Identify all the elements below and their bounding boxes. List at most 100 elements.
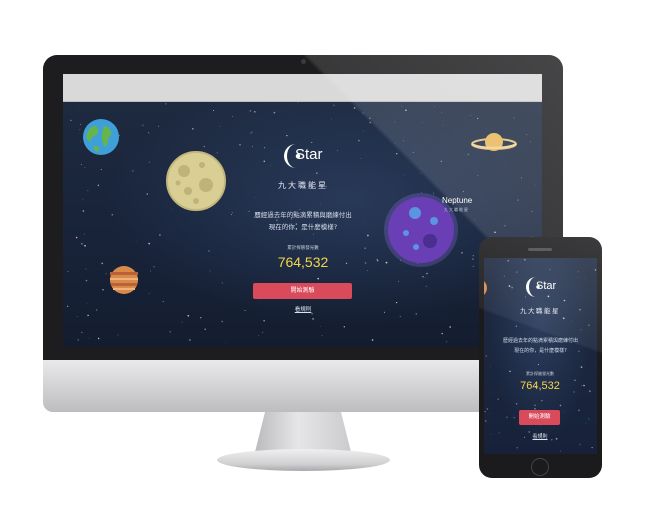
star [88,338,90,339]
star [85,279,88,282]
star [446,341,448,343]
star [262,331,264,334]
star [578,443,580,445]
star [77,339,79,341]
star [469,114,471,116]
phone-start-test-button[interactable]: 開始測驗 [519,410,560,425]
star [78,106,79,107]
star [367,234,369,237]
star [442,124,444,126]
star [394,142,396,144]
star [588,324,590,326]
star [594,269,597,271]
star [67,270,69,272]
star [541,400,543,402]
star [369,117,371,119]
start-test-button[interactable]: 開始測驗 [253,283,352,299]
star [583,384,585,387]
star [513,117,515,119]
star [249,110,252,112]
star [369,121,371,124]
phone-description-line-1: 歷經過去年的點滴累積與磨練付出 [502,338,578,344]
star [472,255,474,257]
star [360,158,362,159]
jupiter-planet-icon [110,266,138,294]
star [253,110,256,113]
star [376,258,379,261]
star [362,112,364,114]
phone-planet-edge-icon [484,281,487,295]
phone-description-line-2: 現在的你，是什麼模樣? [514,348,567,354]
phone-counter-label: 累計探險發光數 [526,371,554,376]
star [191,127,194,130]
star [367,270,368,271]
star [102,289,104,291]
star [76,316,78,318]
star [534,404,536,407]
star [563,299,566,302]
star [425,277,426,279]
star [317,277,320,280]
star [526,134,528,135]
star [84,167,86,168]
star [383,311,386,313]
star [117,334,119,336]
star [434,106,436,108]
star [401,105,403,107]
star [81,331,83,333]
star [585,423,587,424]
star [591,447,593,449]
star [79,129,81,131]
star [150,270,151,272]
speaker-icon [528,248,552,251]
imac-stand-foot [217,449,390,471]
star [100,168,102,171]
star [562,411,564,413]
star [263,147,266,149]
star [101,262,104,265]
star [531,211,533,212]
phone-rules-link[interactable]: 看規則 [515,433,565,440]
description-line-1: 歷經過去年的點滴累積與磨練付出 [254,211,352,219]
star [221,320,223,323]
star [165,103,167,105]
star [231,116,233,117]
star [158,125,160,127]
counter-value: 764,532 [277,254,329,270]
star [209,270,211,272]
star [498,432,500,434]
star [503,275,505,277]
star [441,112,443,114]
star [395,301,398,304]
star [467,153,470,156]
star [263,320,265,322]
star [520,177,522,179]
home-button[interactable] [531,458,549,476]
star [316,172,318,174]
star [472,265,474,267]
star [517,199,519,201]
star [146,193,149,195]
star [225,342,227,343]
rules-link[interactable]: 看規則 [273,305,333,313]
star [87,303,88,305]
star [321,335,323,336]
star [132,170,134,172]
star [189,339,191,341]
star [159,234,161,236]
star [596,364,597,365]
star [148,242,150,245]
star [82,198,84,200]
star [221,281,223,283]
star [364,262,367,264]
star [153,266,155,268]
star [320,325,322,327]
star [395,152,398,155]
star [472,258,474,260]
counter-label: 累計探險發光數 [287,246,319,251]
imac-stand-neck [255,412,351,452]
star [258,335,260,337]
star [580,329,582,331]
star [87,314,89,317]
star [484,420,487,422]
